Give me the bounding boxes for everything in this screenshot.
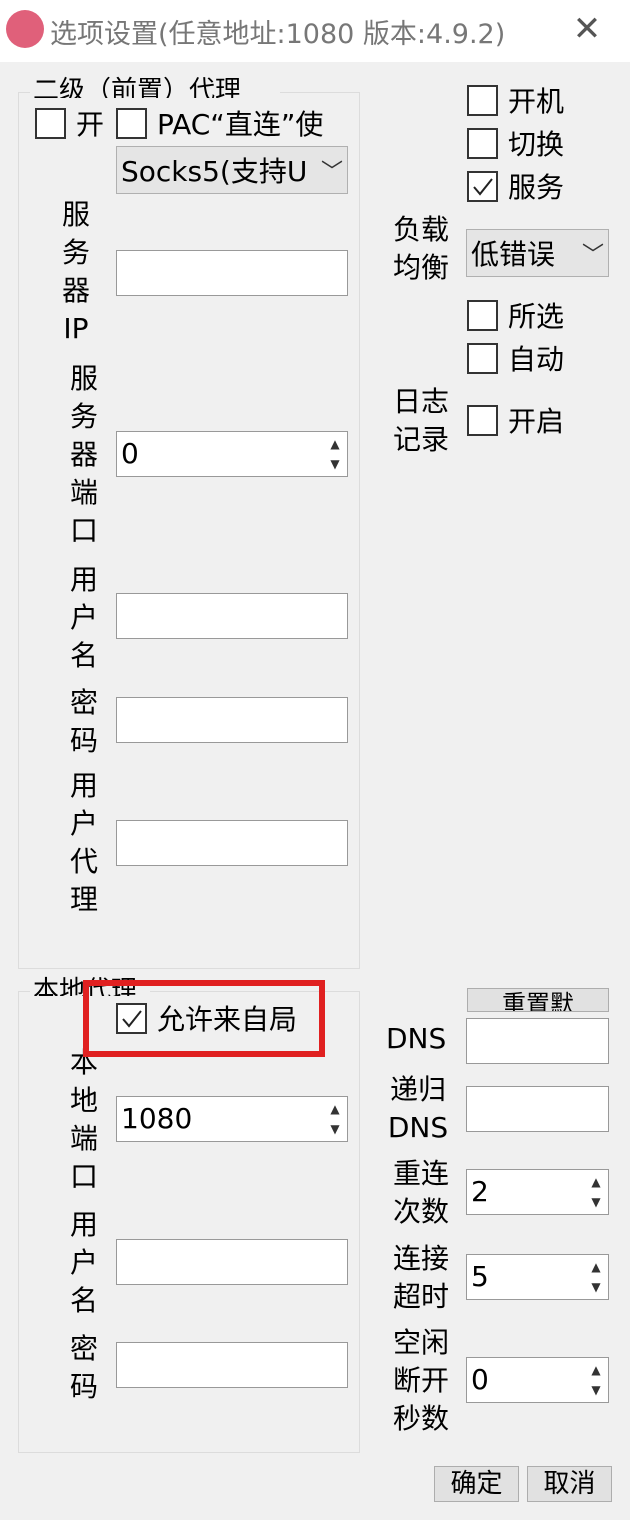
auto-label: 自动 [508,343,565,376]
log-label: 日志记录 [392,385,449,456]
idle-disconnect-label: 空闲断开秒数 [392,1326,449,1435]
log-enable-label: 开启 [508,405,565,438]
upstream-enable-label: 开 [76,108,105,141]
server-ip-label: 服务器IP [61,198,90,345]
idle-disconnect-stepper[interactable]: 0 ▲ ▼ [466,1357,609,1403]
upstream-password-label: 密码 [69,686,98,757]
spin-down-icon[interactable]: ▼ [588,1277,604,1297]
autostart-checkbox[interactable] [467,85,498,116]
app-icon [6,10,44,48]
timeout-label: 连接超时 [392,1242,449,1313]
spin-up-icon[interactable]: ▲ [327,434,343,454]
ok-button[interactable]: 确定 [434,1466,519,1502]
chevron-down-icon: ﹀ [581,243,604,268]
recursive-dns-input[interactable] [466,1086,609,1132]
reconnect-stepper[interactable]: 2 ▲ ▼ [466,1169,609,1215]
user-agent-input[interactable] [116,820,348,866]
reset-default-button[interactable]: 重置默 [467,988,609,1012]
spin-down-icon[interactable]: ▼ [327,1119,343,1139]
proxy-type-dropdown[interactable]: Socks5(支持U ﹀ [116,146,348,194]
proxy-type-value: Socks5(支持U [121,155,308,188]
upstream-username-input[interactable] [116,593,348,639]
dns-label: DNS [386,1022,447,1055]
server-port-stepper[interactable]: 0 ▲ ▼ [116,431,348,477]
reconnect-label: 重连次数 [392,1157,449,1228]
log-enable-checkbox[interactable] [467,405,498,436]
local-port-label: 本地端口 [69,1046,98,1193]
timeout-value: 5 [471,1260,489,1293]
user-agent-label: 用户代理 [69,769,98,916]
upstream-enable-checkbox[interactable] [35,108,66,139]
timeout-stepper[interactable]: 5 ▲ ▼ [466,1254,609,1300]
spin-up-icon[interactable]: ▲ [588,1257,604,1277]
upstream-proxy-group-title: 二级（前置）代理 [30,76,280,98]
selected-label: 所选 [508,300,565,333]
highlight-box [83,980,325,1057]
spin-down-icon[interactable]: ▼ [327,454,343,474]
local-port-value: 1080 [121,1102,193,1135]
server-ip-input[interactable] [116,250,348,296]
pac-direct-label: PAC“直连”使 [157,108,324,141]
local-username-input[interactable] [116,1239,348,1285]
load-balance-dropdown[interactable]: 低错误 ﹀ [466,229,609,277]
spin-up-icon[interactable]: ▲ [327,1099,343,1119]
cancel-button[interactable]: 取消 [527,1466,612,1502]
window-title: 选项设置(任意地址:1080 版本:4.9.2) [50,19,506,50]
checkmark-icon [472,177,493,196]
load-balance-value: 低错误 [471,238,556,271]
switch-label: 切换 [508,128,565,161]
pac-direct-checkbox[interactable] [116,108,147,139]
autostart-label: 开机 [508,85,565,118]
local-password-input[interactable] [116,1342,348,1388]
local-username-label: 用户名 [69,1208,98,1317]
selected-checkbox[interactable] [467,300,498,331]
load-balance-label: 负载均衡 [392,213,449,284]
spin-down-icon[interactable]: ▼ [588,1192,604,1212]
recursive-dns-label: 递归DNS [387,1073,449,1144]
close-button[interactable]: ✕ [556,6,618,54]
local-port-stepper[interactable]: 1080 ▲ ▼ [116,1096,348,1142]
upstream-username-label: 用户名 [69,563,98,672]
spin-down-icon[interactable]: ▼ [588,1380,604,1400]
server-port-label: 服务器端口 [69,362,98,547]
spin-up-icon[interactable]: ▲ [588,1360,604,1380]
reconnect-value: 2 [471,1175,489,1208]
service-checkbox[interactable] [467,171,498,202]
server-port-value: 0 [121,437,139,470]
spin-up-icon[interactable]: ▲ [588,1172,604,1192]
chevron-down-icon: ﹀ [320,160,343,185]
dns-input[interactable] [466,1018,609,1064]
auto-checkbox[interactable] [467,343,498,374]
service-label: 服务 [508,171,565,204]
switch-checkbox[interactable] [467,128,498,159]
upstream-password-input[interactable] [116,697,348,743]
local-password-label: 密码 [69,1332,98,1403]
idle-disconnect-value: 0 [471,1363,489,1396]
